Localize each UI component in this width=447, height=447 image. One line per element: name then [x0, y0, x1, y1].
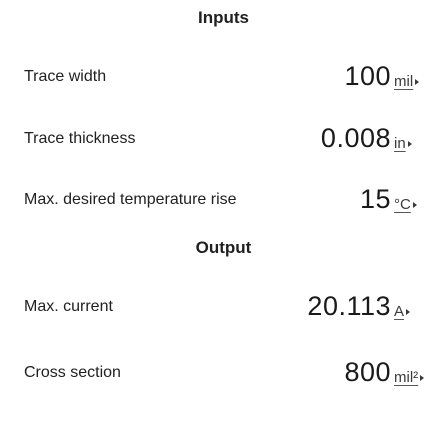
- trace-thickness-label: Trace thickness: [24, 130, 136, 147]
- trace-width-label: Trace width: [24, 68, 107, 85]
- temperature-rise-input[interactable]: 15: [360, 184, 391, 215]
- trace-width-input[interactable]: 100: [344, 61, 391, 92]
- max-current-row: Max. current 20.113 A: [0, 282, 447, 322]
- trace-thickness-unit-select[interactable]: in: [394, 135, 428, 152]
- cross-section-unit-select[interactable]: mil²: [394, 369, 428, 386]
- cross-section-label: Cross section: [24, 364, 121, 381]
- temperature-rise-unit-select[interactable]: °C: [394, 196, 428, 213]
- caret-right-icon: [407, 141, 412, 147]
- inputs-title: Inputs: [198, 8, 249, 27]
- temperature-rise-label: Max. desired temperature rise: [24, 191, 237, 208]
- caret-right-icon: [412, 202, 417, 208]
- cross-section-unit-label: mil²: [394, 369, 419, 386]
- trace-thickness-row: Trace thickness 0.008 in: [0, 114, 447, 154]
- max-current-unit-select[interactable]: A: [394, 303, 428, 320]
- max-current-value: 20.113: [307, 291, 391, 321]
- caret-right-icon: [406, 309, 411, 315]
- max-current-unit-label: A: [394, 303, 405, 320]
- trace-width-unit-label: mil: [394, 73, 414, 90]
- trace-thickness-input[interactable]: 0.008: [321, 123, 391, 154]
- trace-thickness-unit-label: in: [394, 135, 406, 152]
- temperature-rise-unit-label: °C: [394, 196, 411, 213]
- max-current-label: Max. current: [24, 298, 113, 315]
- output-title: Output: [195, 238, 252, 257]
- trace-width-unit-select[interactable]: mil: [394, 73, 428, 90]
- trace-width-row: Trace width 100 mil: [0, 52, 447, 92]
- caret-right-icon: [420, 375, 425, 381]
- caret-right-icon: [415, 79, 420, 85]
- cross-section-value: 800: [344, 357, 391, 387]
- calculator-page: Inputs Trace width 100 mil Trace thickne…: [0, 0, 447, 447]
- temperature-rise-row: Max. desired temperature rise 15 °C: [0, 175, 447, 215]
- cross-section-row: Cross section 800 mil²: [0, 348, 447, 388]
